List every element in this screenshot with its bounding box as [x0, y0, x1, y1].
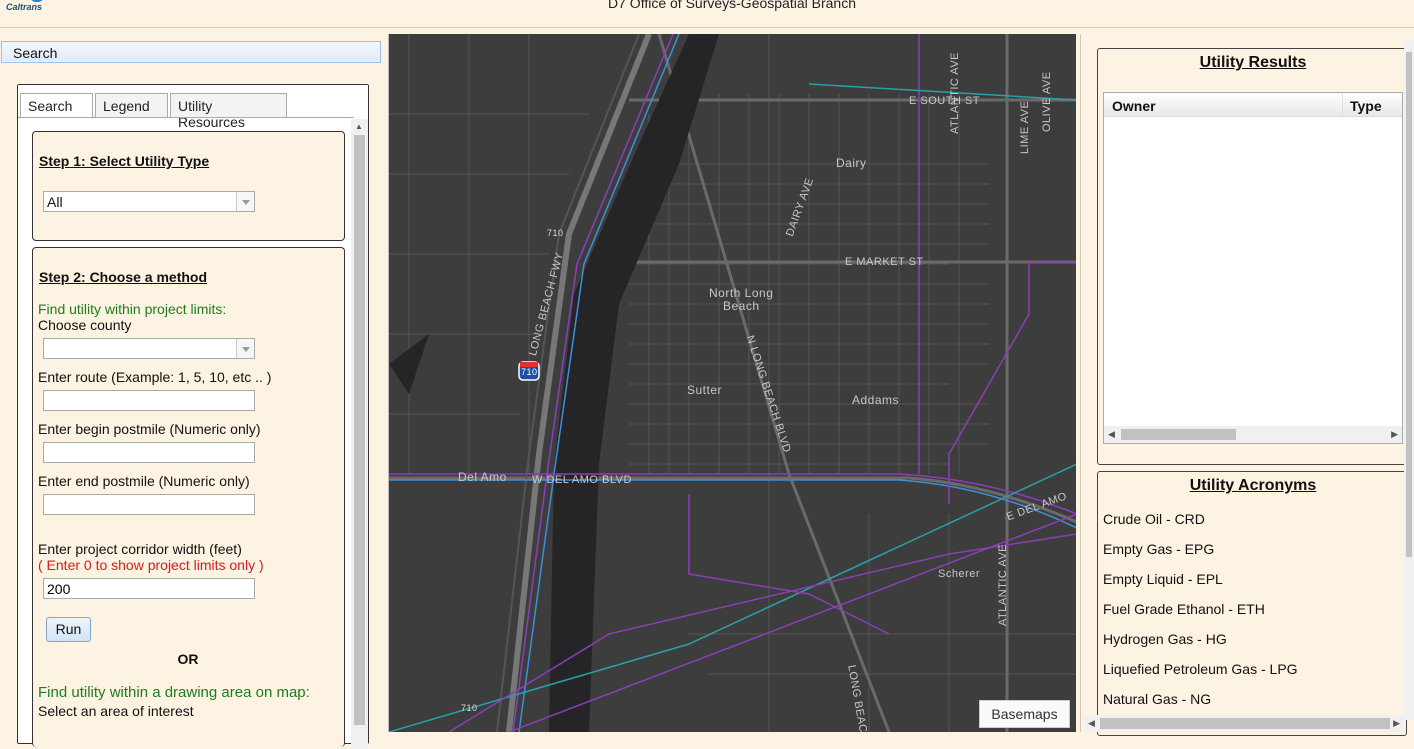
acronym-item: Liquefied Petroleum Gas - LPG — [1103, 661, 1298, 677]
search-panel-header[interactable]: Search — [1, 41, 381, 63]
select-area-label: Select an area of interest — [38, 703, 194, 719]
acronym-item: Fuel Grade Ethanol - ETH — [1103, 601, 1265, 617]
map-label-sutter: Sutter — [687, 383, 723, 397]
scroll-right-icon[interactable]: ▶ — [1391, 429, 1398, 440]
scroll-left-icon[interactable]: ◀ — [1108, 429, 1115, 440]
step2-section: Step 2: Choose a method Find utility wit… — [32, 247, 345, 747]
map-canvas[interactable] — [389, 34, 1076, 732]
step1-title: Step 1: Select Utility Type — [39, 153, 210, 169]
right-panel: Utility Results Owner Type ◀ ▶ Utility A… — [1080, 34, 1414, 736]
end-postmile-label: Enter end postmile (Numeric only) — [38, 473, 250, 489]
tab-strip: Search Legend Utility Resources — [18, 85, 368, 130]
acronym-item: Natural Gas - NG — [1103, 691, 1212, 707]
results-horizontal-scrollbar[interactable]: ◀ ▶ — [1104, 426, 1402, 443]
tab-utility-resources[interactable]: Utility Resources — [170, 93, 287, 130]
column-header-owner[interactable]: Owner — [1112, 98, 1156, 114]
scroll-left-icon[interactable]: ◀ — [1088, 718, 1095, 729]
basemaps-button[interactable]: Basemaps — [979, 700, 1070, 728]
acronym-item: Crude Oil - CRD — [1103, 511, 1205, 527]
map-label-north-long-beach-2: Beach — [723, 299, 760, 313]
map-label-e-south-st: E SOUTH ST — [909, 95, 981, 107]
choose-county-label: Choose county — [38, 317, 132, 333]
map-label-w-del-amo-blvd: W DEL AMO BLVD — [532, 474, 632, 486]
end-postmile-input[interactable] — [43, 494, 255, 515]
search-tab-container: Search Legend Utility Resources Step 1: … — [17, 84, 369, 749]
chevron-down-icon[interactable] — [236, 192, 254, 211]
map-label-lime-ave: LIME AVE — [1019, 100, 1031, 154]
tab-legend[interactable]: Legend — [95, 93, 168, 118]
map-label-e-market-st: E MARKET ST — [845, 256, 924, 268]
left-panel-scrollbar[interactable]: ▲ — [351, 119, 368, 749]
map-label-del-amo: Del Amo — [458, 470, 507, 484]
scrollbar-thumb[interactable] — [1121, 429, 1236, 440]
scrollbar-thumb[interactable] — [1100, 718, 1390, 729]
route-shield-710: 710 — [547, 228, 564, 238]
route-shield-710-bottom: 710 — [461, 703, 478, 713]
or-separator: OR — [177, 651, 199, 667]
utility-results-panel: Utility Results Owner Type ◀ ▶ — [1097, 48, 1407, 465]
utility-acronyms-title: Utility Acronyms — [1189, 477, 1317, 494]
begin-postmile-label: Enter begin postmile (Numeric only) — [38, 421, 261, 437]
map-label-olive-ave: OLIVE AVE — [1041, 71, 1053, 132]
run-button[interactable]: Run — [46, 617, 91, 642]
utility-type-select[interactable]: All — [43, 191, 255, 212]
find-within-drawing-label: Find utility within a drawing area on ma… — [38, 684, 310, 701]
map-label-north-long-beach: North Long — [709, 286, 774, 300]
map-label-addams: Addams — [852, 393, 900, 407]
utility-acronyms-panel: Utility Acronyms Crude Oil - CRD Empty G… — [1097, 471, 1407, 736]
right-panel-vertical-scrollbar[interactable] — [1404, 40, 1414, 720]
interstate-shield-710: 710 — [521, 367, 538, 377]
map-label-atlantic-ave: ATLANTIC AVE — [949, 51, 961, 134]
column-header-type[interactable]: Type — [1342, 93, 1382, 117]
map-label-scherer: Scherer — [938, 568, 981, 580]
step1-section: Step 1: Select Utility Type All — [32, 131, 345, 241]
step2-title: Step 2: Choose a method — [39, 269, 208, 285]
chevron-down-icon[interactable] — [236, 339, 254, 358]
acronym-item: Hydrogen Gas - HG — [1103, 631, 1227, 647]
map-label-atlantic-ave-bottom: ATLANTIC AVE — [997, 543, 1009, 626]
begin-postmile-input[interactable] — [43, 442, 255, 463]
results-table: Owner Type ◀ ▶ — [1103, 92, 1403, 444]
scrollbar-thumb[interactable] — [1406, 52, 1412, 557]
find-within-limits-label: Find utility within project limits: — [38, 301, 227, 317]
app-header: Caltrans D7 Office of Surveys-Geospatial… — [0, 0, 1414, 28]
route-input[interactable] — [43, 390, 255, 411]
map-label-dairy: Dairy — [836, 156, 867, 170]
search-panel-label: Search — [13, 45, 58, 61]
corridor-hint: ( Enter 0 to show project limits only ) — [38, 557, 264, 573]
utility-type-value: All — [47, 194, 63, 210]
map-view[interactable]: E SOUTH ST ATLANTIC AVE LIME AVE OLIVE A… — [388, 34, 1076, 732]
right-panel-horizontal-scrollbar[interactable]: ◀ ▶ — [1084, 715, 1404, 732]
acronym-item: Empty Liquid - EPL — [1103, 571, 1223, 587]
utility-results-title: Utility Results — [1199, 54, 1307, 71]
scrollbar-thumb[interactable] — [354, 135, 365, 725]
acronym-item: Empty Gas - EPG — [1103, 541, 1215, 557]
tab-search[interactable]: Search — [20, 93, 93, 119]
left-panel: Search Search Legend Utility Resources S… — [0, 40, 385, 749]
page-title: D7 Office of Surveys-Geospatial Branch — [608, 0, 856, 11]
route-label: Enter route (Example: 1, 5, 10, etc .. ) — [38, 369, 272, 385]
corridor-width-label: Enter project corridor width (feet) — [38, 541, 242, 557]
corridor-width-input[interactable] — [43, 578, 255, 599]
results-table-header: Owner Type — [1104, 93, 1402, 117]
scroll-right-icon[interactable]: ▶ — [1393, 718, 1400, 729]
county-select[interactable] — [43, 338, 255, 359]
